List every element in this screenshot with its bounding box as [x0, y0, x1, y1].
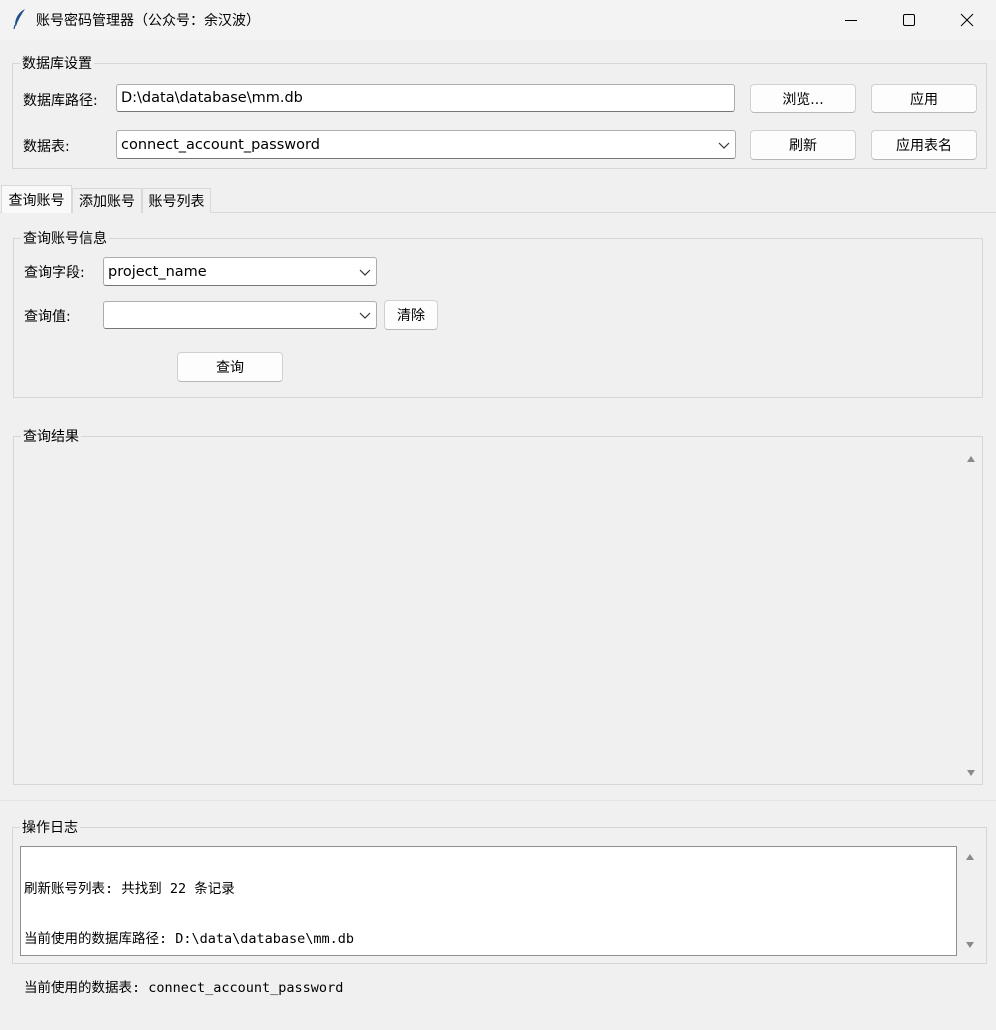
scroll-down-icon[interactable] [965, 941, 975, 949]
browse-button[interactable]: 浏览... [750, 84, 856, 113]
title-bar: 账号密码管理器（公众号：余汉波） [0, 0, 996, 40]
table-select[interactable]: connect_account_password [116, 130, 736, 159]
log-text: 刷新账号列表: 共找到 22 条记录 当前使用的数据库路径: D:\data\d… [24, 848, 953, 1030]
window-title: 账号密码管理器（公众号：余汉波） [36, 13, 260, 29]
refresh-button[interactable]: 刷新 [750, 130, 856, 160]
chevron-down-icon [359, 312, 371, 319]
chevron-down-icon [359, 269, 371, 276]
table-select-value: connect_account_password [121, 136, 320, 153]
divider [0, 800, 996, 801]
maximize-button[interactable] [880, 0, 938, 40]
close-icon [960, 13, 974, 27]
log-line: 当前使用的数据库路径: D:\data\database\mm.db [24, 930, 355, 947]
tab-query[interactable]: 查询账号 [1, 185, 72, 213]
query-value-label: 查询值: [24, 309, 71, 325]
log-line: 刷新账号列表: 共找到 22 条记录 [24, 881, 235, 897]
query-field-label: 查询字段: [24, 265, 85, 281]
results-scrollbar[interactable] [960, 444, 982, 784]
search-button[interactable]: 查询 [177, 352, 283, 382]
apply-table-button[interactable]: 应用表名 [871, 130, 977, 160]
minimize-button[interactable] [822, 0, 880, 40]
chevron-down-icon [718, 142, 730, 149]
table-label: 数据表: [23, 139, 70, 155]
feather-icon [13, 9, 25, 30]
db-settings-legend: 数据库设置 [20, 53, 94, 73]
query-field-select[interactable]: project_name [103, 257, 377, 286]
tab-add[interactable]: 添加账号 [72, 188, 142, 213]
scroll-up-icon[interactable] [966, 455, 976, 463]
query-legend: 查询账号信息 [21, 228, 109, 248]
log-line: 当前使用的数据表: connect_account_password [24, 980, 344, 996]
log-legend: 操作日志 [20, 817, 80, 837]
maximize-icon [903, 14, 915, 26]
results-area[interactable] [14, 444, 959, 784]
apply-path-button[interactable]: 应用 [871, 84, 977, 113]
close-button[interactable] [938, 0, 996, 40]
db-path-input[interactable]: D:\data\database\mm.db [116, 84, 735, 112]
clear-button[interactable]: 清除 [384, 300, 438, 330]
log-textarea[interactable]: 刷新账号列表: 共找到 22 条记录 当前使用的数据库路径: D:\data\d… [20, 846, 957, 996]
query-field-value: project_name [108, 263, 207, 280]
query-value-select[interactable] [103, 301, 377, 329]
minimize-icon [845, 20, 857, 21]
scroll-down-icon[interactable] [966, 769, 976, 777]
db-path-label: 数据库路径: [23, 93, 98, 109]
scroll-up-icon[interactable] [965, 853, 975, 861]
tab-list[interactable]: 账号列表 [142, 188, 211, 213]
results-legend: 查询结果 [21, 426, 81, 446]
log-scrollbar[interactable] [959, 846, 981, 956]
